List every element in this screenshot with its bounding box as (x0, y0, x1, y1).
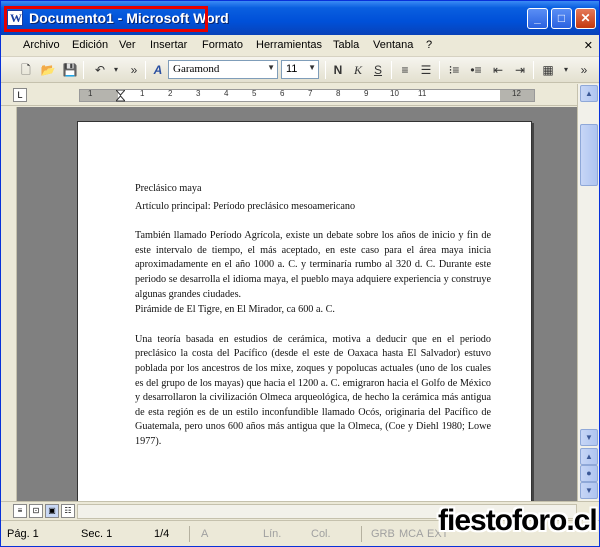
underline-button[interactable]: S (369, 61, 387, 79)
title-highlight-box (4, 6, 208, 32)
ruler-margin-left (80, 90, 118, 101)
toolbar-separator (439, 61, 440, 79)
new-document-icon[interactable]: 🗋 (17, 61, 35, 79)
chevron-down-icon: ▼ (308, 63, 316, 72)
toolbar-options-icon[interactable]: » (575, 61, 593, 79)
ruler-row: L 1 1 2 3 4 5 6 7 8 9 10 11 12 (1, 84, 577, 106)
document-body[interactable]: Preclásico maya Artículo principal: Perí… (135, 182, 491, 450)
menu-bar: Archivo Edición Ver Insertar Formato Her… (1, 35, 599, 57)
status-separator (189, 526, 190, 542)
toolbar-separator (325, 61, 326, 79)
status-page: Pág. 1 (7, 528, 39, 540)
ruler-number: 8 (336, 89, 341, 98)
menu-formato[interactable]: Formato (202, 39, 243, 51)
save-disk-icon[interactable]: 💾 (61, 61, 79, 79)
document-caption: Pirámide de El Tigre, en El Mirador, ca … (135, 304, 335, 316)
menu-help[interactable]: ? (426, 39, 432, 51)
normal-view-icon[interactable]: ≡ (13, 504, 27, 518)
minimize-button[interactable]: _ (527, 8, 548, 29)
status-col: Col. (311, 528, 331, 540)
ruler-number: 1 (88, 89, 93, 98)
style-icon[interactable]: A (149, 61, 167, 79)
document-workspace: Preclásico maya Artículo principal: Perí… (1, 107, 577, 501)
document-subheading: Artículo principal: Período preclásico m… (135, 200, 356, 212)
vertical-ruler[interactable] (1, 107, 17, 501)
formatting-toolbar: 🗋 📂 💾 ↶ ▾ » A Garamond ▼ 11 ▼ N K S ≡ ☰ … (1, 57, 599, 83)
undo-dropdown-icon[interactable]: ▾ (107, 61, 125, 79)
menu-herramientas[interactable]: Herramientas (256, 39, 322, 51)
ruler-number: 11 (418, 89, 427, 98)
ruler-number: 7 (308, 89, 313, 98)
menu-edicion[interactable]: Edición (72, 39, 108, 51)
outline-view-icon[interactable]: ☷ (61, 504, 75, 518)
font-size-value: 11 (286, 63, 298, 75)
status-separator (361, 526, 362, 542)
next-page-icon[interactable]: ▼ (580, 482, 598, 499)
status-at: A (201, 528, 209, 540)
decrease-indent-icon[interactable]: ⇤ (489, 61, 507, 79)
align-justify-icon[interactable]: ☰ (417, 61, 435, 79)
status-mca[interactable]: MCA (399, 528, 423, 540)
horizontal-ruler[interactable]: 1 1 2 3 4 5 6 7 8 9 10 11 12 (79, 89, 535, 102)
chevron-down-icon: ▼ (267, 63, 275, 72)
title-bar[interactable]: Documento1 - Microsoft Word _ □ ✕ (1, 1, 599, 35)
ruler-number: 12 (512, 89, 521, 98)
toolbar-separator (145, 61, 146, 79)
ruler-number: 4 (224, 89, 229, 98)
bulleted-list-icon[interactable]: •≡ (467, 61, 485, 79)
status-pages: 1/4 (154, 528, 170, 540)
ruler-number: 3 (196, 89, 201, 98)
ruler-number: 2 (168, 89, 173, 98)
ruler-number: 6 (280, 89, 285, 98)
vertical-scrollbar[interactable]: ▲ ▼ ▲ ● ▼ (577, 84, 599, 501)
ruler-number: 5 (252, 89, 257, 98)
status-grb[interactable]: GRB (371, 528, 395, 540)
font-size-select[interactable]: 11 ▼ (281, 60, 319, 79)
toolbar-separator (83, 61, 84, 79)
menu-archivo[interactable]: Archivo (23, 39, 60, 51)
borders-dropdown-icon[interactable]: ▾ (557, 61, 575, 79)
close-document-icon[interactable]: ✕ (584, 39, 593, 52)
align-left-icon[interactable]: ≡ (396, 61, 414, 79)
italic-button[interactable]: K (349, 61, 367, 79)
document-paragraph-1: También llamado Período Agrícola, existe… (135, 230, 491, 300)
font-name-select[interactable]: Garamond ▼ (168, 60, 278, 79)
status-line: Lín. (263, 528, 282, 540)
ruler-number: 10 (390, 89, 399, 98)
toolbar-options-icon[interactable]: » (125, 61, 143, 79)
increase-indent-icon[interactable]: ⇥ (511, 61, 529, 79)
document-heading: Preclásico maya (135, 183, 202, 194)
tab-selector[interactable]: L (13, 88, 27, 102)
browse-object-icon[interactable]: ● (580, 465, 598, 482)
toolbar-separator (391, 61, 392, 79)
close-button[interactable]: ✕ (575, 8, 596, 29)
numbered-list-icon[interactable]: ⁝≡ (445, 61, 463, 79)
document-page[interactable]: Preclásico maya Artículo principal: Perí… (77, 121, 532, 501)
menu-ver[interactable]: Ver (119, 39, 136, 51)
maximize-button[interactable]: □ (551, 8, 572, 29)
borders-icon[interactable]: ▦ (539, 61, 557, 79)
word-window: Documento1 - Microsoft Word _ □ ✕ Archiv… (0, 0, 600, 547)
toolbar-separator (533, 61, 534, 79)
ruler-number: 9 (364, 89, 369, 98)
ruler-number: 1 (140, 89, 145, 98)
menu-insertar[interactable]: Insertar (150, 39, 187, 51)
open-folder-icon[interactable]: 📂 (39, 61, 57, 79)
indent-marker-icon[interactable] (116, 90, 125, 102)
scroll-down-icon[interactable]: ▼ (580, 429, 598, 446)
menu-tabla[interactable]: Tabla (333, 39, 359, 51)
web-view-icon[interactable]: ⊡ (29, 504, 43, 518)
print-view-icon[interactable]: ▣ (45, 504, 59, 518)
bold-button[interactable]: N (329, 61, 347, 79)
watermark-logo: fiestoforo.cl (438, 504, 598, 537)
font-name-value: Garamond (173, 63, 220, 75)
menu-ventana[interactable]: Ventana (373, 39, 413, 51)
document-paragraph-2: Una teoría basada en estudios de cerámic… (135, 333, 491, 447)
scroll-thumb[interactable] (580, 124, 598, 186)
scroll-up-icon[interactable]: ▲ (580, 85, 598, 102)
status-section: Sec. 1 (81, 528, 113, 540)
previous-page-icon[interactable]: ▲ (580, 448, 598, 465)
